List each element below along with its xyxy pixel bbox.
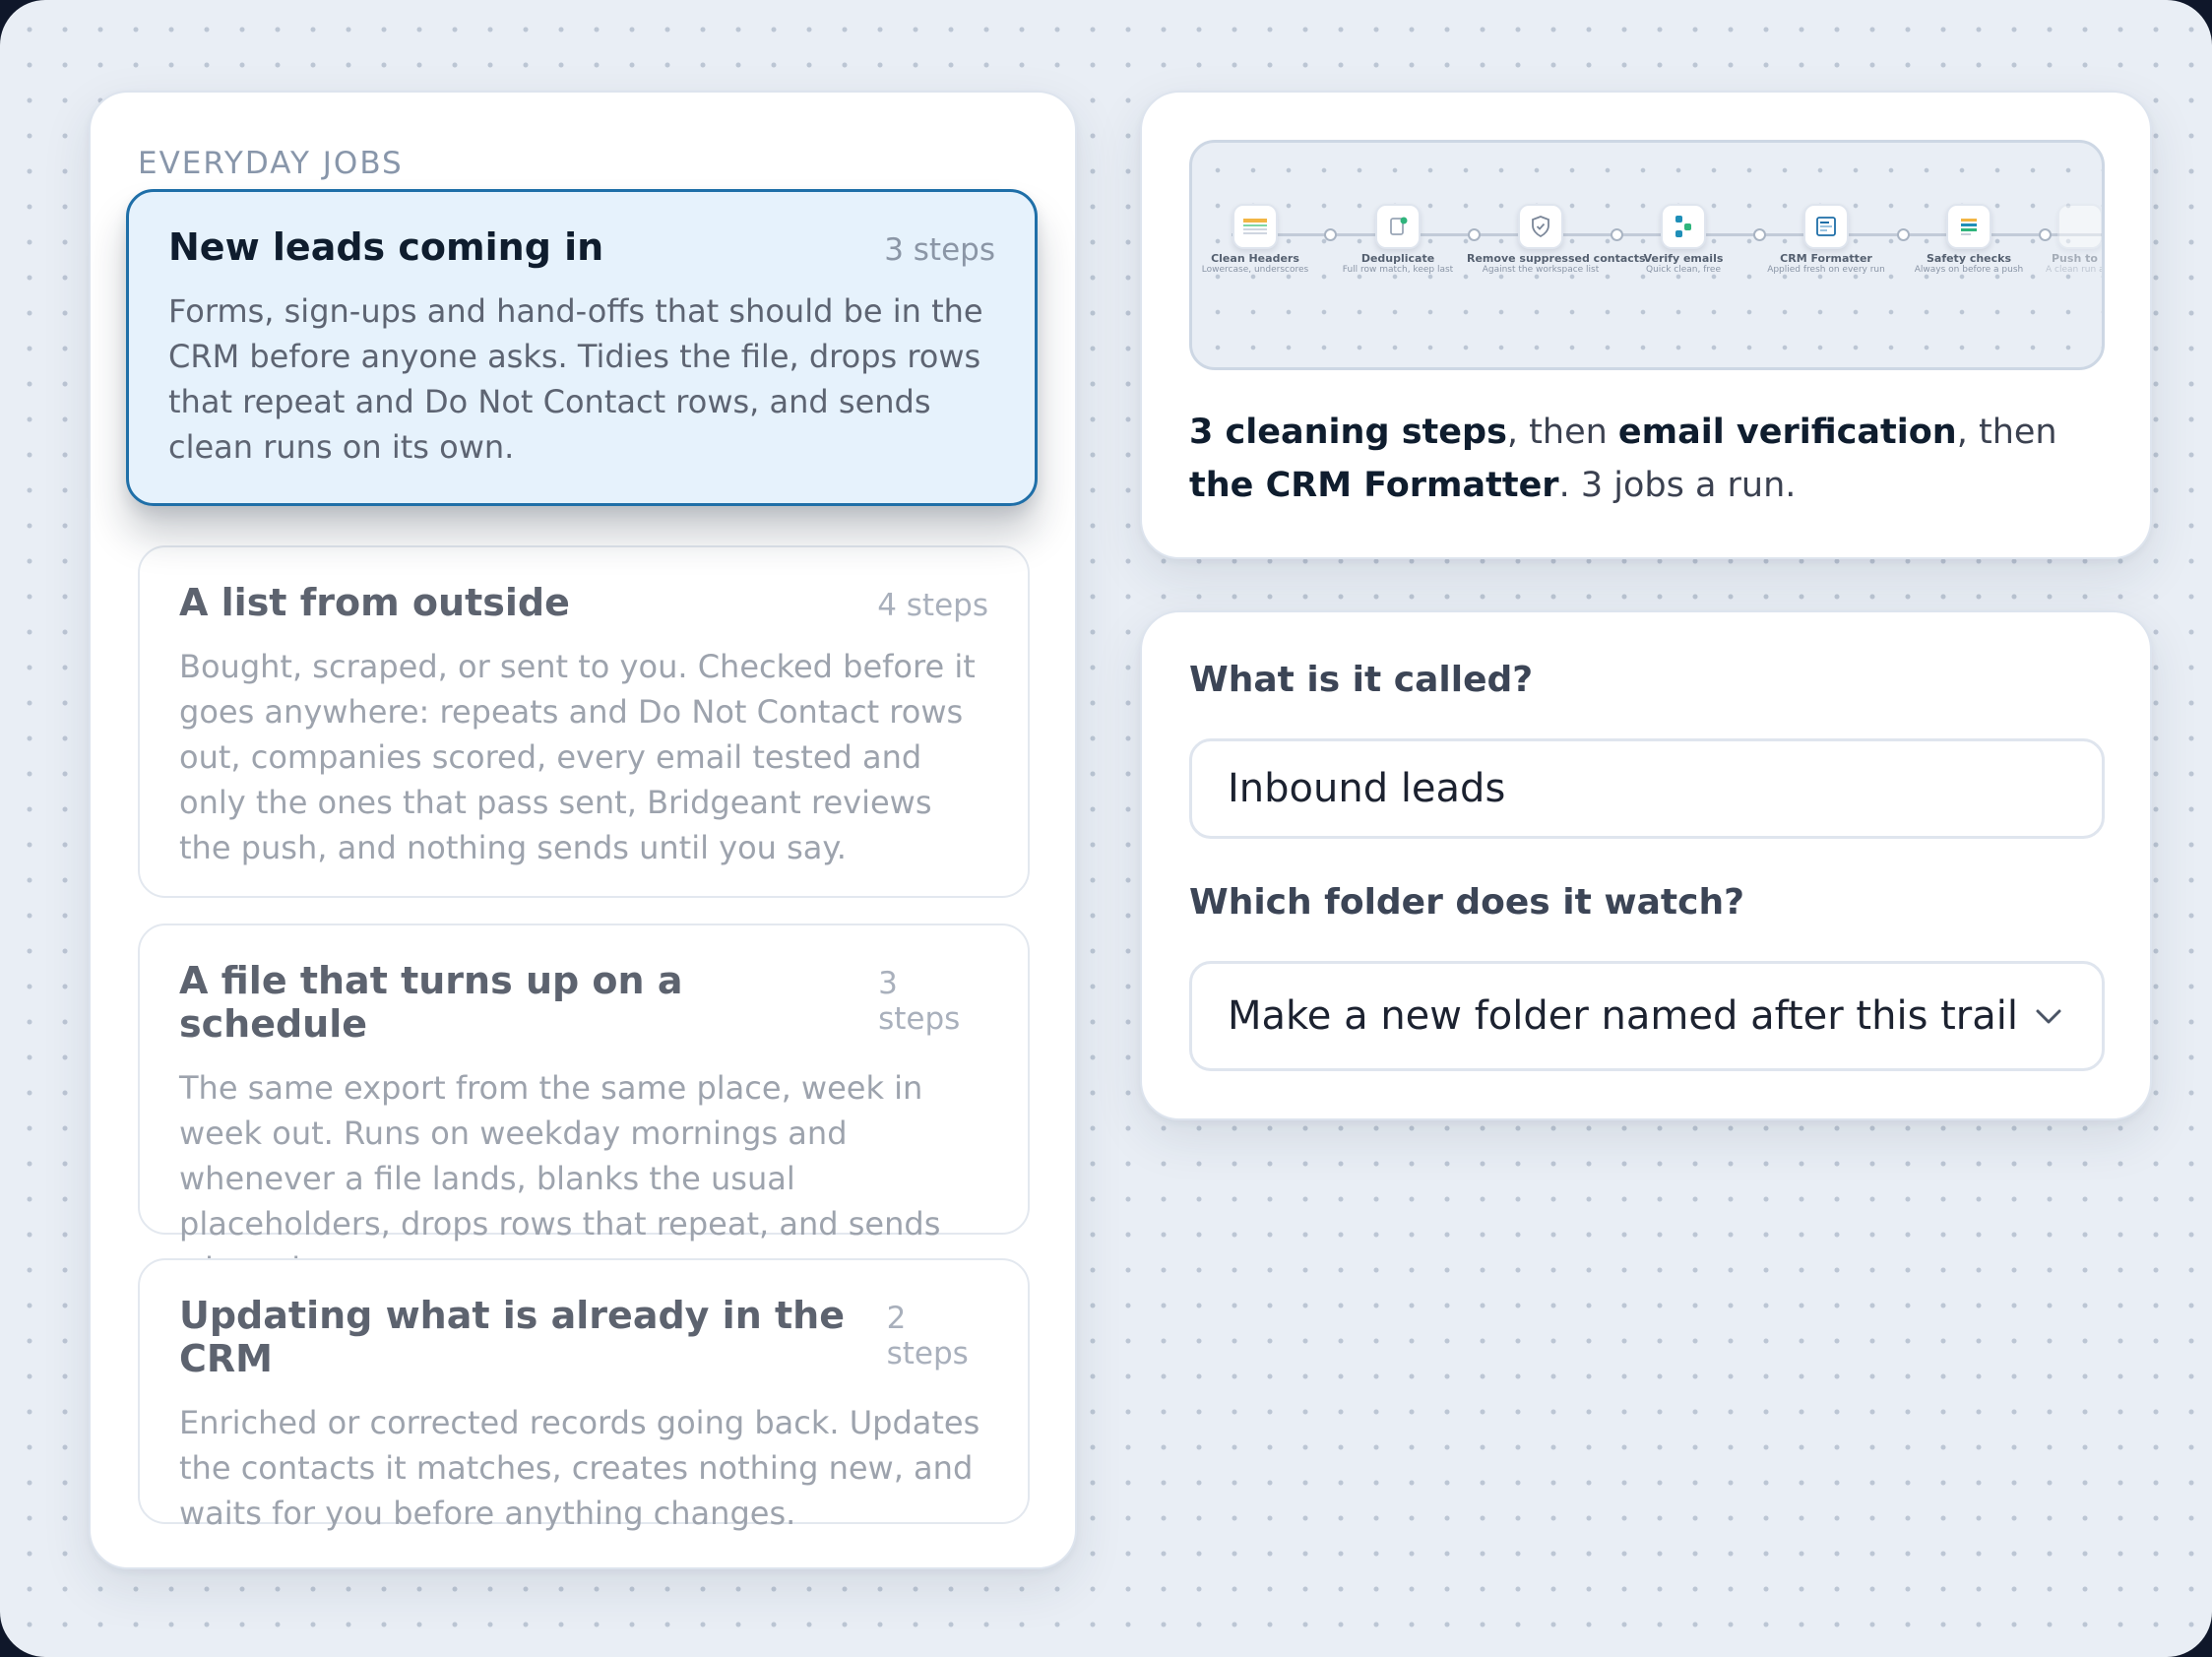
folder-select-value: Make a new folder named after this trail xyxy=(1228,993,2018,1039)
trail-settings-form: What is it called? Inbound leads Which f… xyxy=(1140,610,2152,1120)
job-description: Bought, scraped, or sent to you. Checked… xyxy=(179,648,976,866)
pipeline-step-deduplicate: Deduplicate Full row match, keep last xyxy=(1324,204,1472,275)
job-step-count: 3 steps xyxy=(878,966,961,1037)
job-description: Forms, sign-ups and hand-offs that shoul… xyxy=(168,292,983,466)
step-subtitle: Full row match, keep last xyxy=(1342,265,1454,275)
chevron-down-icon xyxy=(2036,1009,2061,1024)
step-subtitle: Always on before a push xyxy=(1914,265,2024,275)
name-input[interactable]: Inbound leads xyxy=(1189,738,2105,839)
name-field-label: What is it called? xyxy=(1189,660,1534,700)
job-option-new-leads[interactable]: New leads coming in 3 steps Forms, sign-… xyxy=(126,189,1038,506)
step-subtitle: Lowercase, underscores xyxy=(1201,265,1309,275)
summary-cleaning-steps: 3 cleaning steps xyxy=(1189,413,1507,452)
step-subtitle: Quick clean, free xyxy=(1646,265,1721,275)
pipeline-step-crm-formatter: CRM Formatter Applied fresh on every run xyxy=(1752,204,1900,275)
step-name: Deduplicate xyxy=(1360,252,1435,265)
pipeline-step-remove-suppressed: Remove suppressed contacts Against the w… xyxy=(1467,204,1646,275)
section-label: EVERYDAY JOBS xyxy=(138,146,404,181)
job-title: A list from outside xyxy=(179,581,570,624)
job-option-outside-list[interactable]: A list from outside 4 steps Bought, scra… xyxy=(138,545,1030,898)
summary-text: , then xyxy=(1956,413,2057,452)
step-name: Clean Headers xyxy=(1211,252,1299,265)
pipeline-step-clean-headers: Clean Headers Lowercase, underscores xyxy=(1192,204,1329,275)
push-icon xyxy=(2057,204,2102,249)
step-name: Safety checks xyxy=(1926,252,2012,265)
job-title: New leads coming in xyxy=(168,225,604,269)
folder-field-label: Which folder does it watch? xyxy=(1189,882,1744,923)
folder-select[interactable]: Make a new folder named after this trail xyxy=(1189,961,2105,1071)
pipeline-summary: 3 cleaning steps, then email verificatio… xyxy=(1189,406,2115,512)
verify-nodes-icon xyxy=(1661,204,1706,249)
job-step-count: 2 steps xyxy=(886,1301,969,1371)
pipeline-preview-card: Clean Headers Lowercase, underscores Ded… xyxy=(1140,91,2152,559)
step-name: Verify emails xyxy=(1643,252,1724,265)
formatter-doc-icon xyxy=(1803,204,1849,249)
summary-text: , then xyxy=(1506,413,1618,452)
document-dedupe-icon xyxy=(1375,204,1421,249)
step-subtitle: Applied fresh on every run xyxy=(1767,265,1885,275)
job-title: A file that turns up on a schedule xyxy=(179,959,683,1046)
step-subtitle: Against the workspace list xyxy=(1482,265,1600,275)
step-subtitle: A clean run a xyxy=(2046,265,2105,275)
summary-email-verification: email verification xyxy=(1617,413,1957,452)
summary-text: . 3 jobs a run. xyxy=(1558,466,1797,505)
shield-check-icon xyxy=(1518,204,1563,249)
app-canvas: EVERYDAY JOBS New leads coming in 3 step… xyxy=(0,0,2212,1657)
step-name: CRM Formatter xyxy=(1780,252,1872,265)
job-step-count: 4 steps xyxy=(877,588,988,623)
step-name: Remove suppressed contacts xyxy=(1467,252,1646,265)
pipeline-step-verify-emails: Verify emails Quick clean, free xyxy=(1610,204,1757,275)
job-title: Updating what is already in the CRM xyxy=(179,1294,845,1380)
pipeline-preview: Clean Headers Lowercase, underscores Ded… xyxy=(1189,140,2105,370)
job-templates-panel: EVERYDAY JOBS New leads coming in 3 step… xyxy=(89,91,1077,1569)
name-input-value: Inbound leads xyxy=(1228,766,1506,811)
step-name: Push to xyxy=(2052,252,2098,265)
job-option-update-crm[interactable]: Updating what is already in the CRM 2 st… xyxy=(138,1258,1030,1532)
table-header-icon xyxy=(1232,204,1278,249)
pipeline-step-safety-checks: Safety checks Always on before a push xyxy=(1895,204,2043,275)
job-option-scheduled-file[interactable]: A file that turns up on a schedule 3 ste… xyxy=(138,924,1030,1288)
job-description: Enriched or corrected records going back… xyxy=(179,1404,980,1532)
pipeline-step-push: Push to A clean run a xyxy=(2038,204,2105,275)
job-step-count: 3 steps xyxy=(884,232,995,268)
summary-crm-formatter: the CRM Formatter xyxy=(1189,466,1559,505)
checklist-icon xyxy=(1946,204,1991,249)
